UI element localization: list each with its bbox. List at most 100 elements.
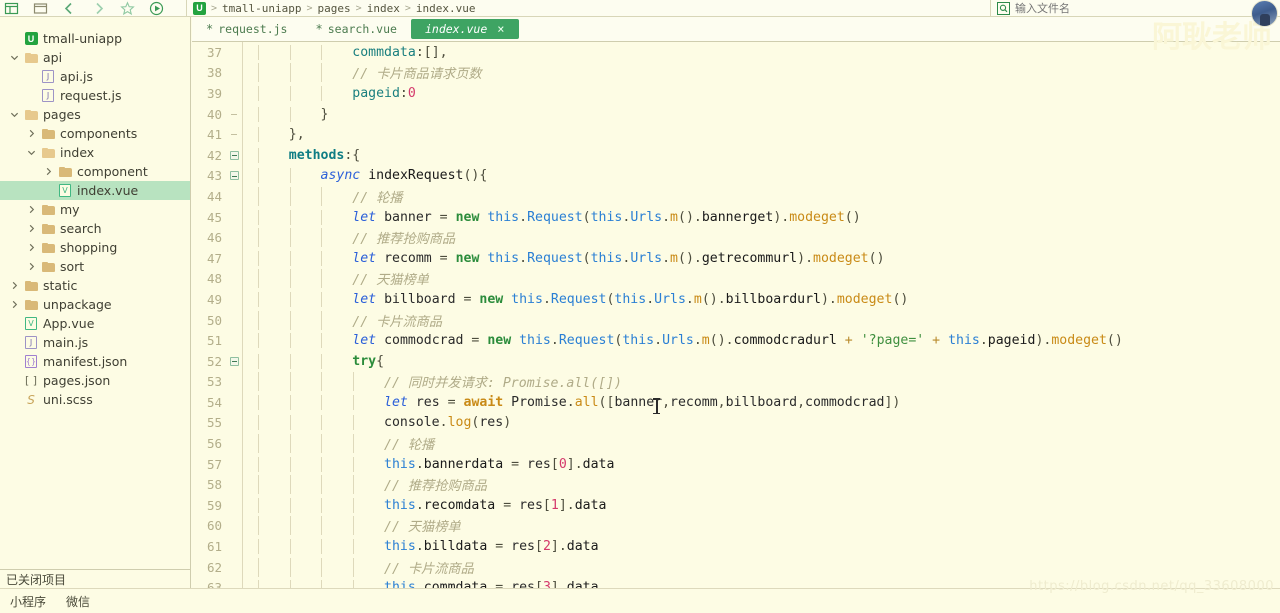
code-line[interactable]: 46 // 推荐抢购商品 [192,227,1280,248]
tree-item-index[interactable]: index [0,143,190,162]
tree-item-component[interactable]: component [0,162,190,181]
editor-tab-index-vue[interactable]: index.vue × [410,19,519,39]
closed-projects-bar[interactable]: 已关闭项目 [0,569,191,588]
code-line[interactable]: 38 // 卡片商品请求页数 [192,62,1280,84]
tree-item-unpackage[interactable]: unpackage [0,295,190,314]
vue-file-icon: V [59,184,71,197]
window-icon[interactable] [4,1,19,16]
chevron-down-icon[interactable] [6,53,22,62]
chevron-down-icon[interactable] [23,148,39,157]
folder-open-icon [24,52,38,63]
code-line[interactable]: 47 let recomm = new this.Request(this.Ur… [192,247,1280,269]
code-line[interactable]: 45 let banner = new this.Request(this.Ur… [192,206,1280,228]
tree-item-uni-scss[interactable]: Suni.scss [0,390,190,409]
breadcrumb-item-file[interactable]: index.vue [416,2,476,15]
tree-item-icon [22,52,40,63]
tree-item-label: api [43,50,63,65]
code-line[interactable]: 43 async indexRequest(){ [192,165,1280,187]
code-line[interactable]: 62 // 卡片流商品 [192,556,1280,578]
code-line[interactable]: 41 }, [192,124,1280,145]
code-line[interactable]: 49 let billboard = new this.Request(this… [192,289,1280,310]
chevron-right-icon[interactable] [23,243,39,252]
file-search-box[interactable] [990,0,1280,16]
tree-item-label: unpackage [43,297,112,312]
file-tree[interactable]: Utmall-uniapp api Japi.js Jrequest.js pages c… [0,17,190,569]
tree-item-tmall-uniapp[interactable]: Utmall-uniapp [0,29,190,48]
tree-item-index-vue[interactable]: Vindex.vue [0,181,190,200]
line-number: 52 [206,353,222,369]
indent-guide [258,85,259,101]
editor-tab-request-js[interactable]: * request.js [192,17,301,41]
forward-arrow-icon[interactable] [91,1,106,16]
panel-icon[interactable] [33,1,48,16]
tree-item-shopping[interactable]: shopping [0,238,190,257]
tree-item-sort[interactable]: sort [0,257,190,276]
code-line[interactable]: 39 pageid:0 [192,83,1280,104]
editor-tabbar[interactable]: * request.js * search.vue index.vue × [192,17,1280,42]
tree-item-main-js[interactable]: Jmain.js [0,333,190,352]
search-input[interactable] [1015,1,1215,15]
chevron-down-icon[interactable] [6,110,22,119]
tree-item-manifest-json[interactable]: {} manifest.json [0,352,190,371]
code-lines[interactable]: 37 commdata:[], 38 // 卡片商品请求页数 39 pageid:0… [192,42,1280,588]
code-line[interactable]: 59 this.recomdata = res[1].data [192,495,1280,516]
code-line[interactable]: 51 let commodcrad = new this.Request(thi… [192,330,1280,351]
code-line[interactable]: 56 // 轮播 [192,433,1280,454]
code-line[interactable]: 53 // 同时并发请求: Promise.all([]) [192,371,1280,393]
tree-item-components[interactable]: components [0,124,190,143]
chevron-right-icon[interactable] [23,224,39,233]
code-line[interactable]: 63 this.commdata = res[3].data [192,577,1280,588]
code-line[interactable]: 48 // 天猫榜单 [192,268,1280,290]
code-line[interactable]: 40 } [192,103,1280,125]
tree-item-icon: V [22,317,40,330]
search-icon[interactable] [997,1,1010,15]
tree-item-request-js[interactable]: Jrequest.js [0,86,190,105]
chevron-right-icon[interactable] [6,300,22,309]
tree-item-my[interactable]: my [0,200,190,219]
code-line[interactable]: 55 console.log(res) [192,412,1280,434]
chevron-right-icon[interactable] [40,167,56,176]
tree-item-label: static [43,278,78,293]
chevron-right-icon[interactable] [23,205,39,214]
fold-collapse-icon[interactable] [226,150,242,160]
tree-item-search[interactable]: search [0,219,190,238]
chevron-right-icon[interactable] [6,281,22,290]
fold-collapse-icon[interactable] [226,356,242,366]
fold-collapse-icon[interactable] [226,171,242,181]
close-icon[interactable]: × [497,22,504,36]
indent-guide [258,250,259,266]
status-item-wechat[interactable]: 微信 [56,593,100,610]
chevron-right-icon[interactable] [23,129,39,138]
tree-item-pages[interactable]: pages [0,105,190,124]
code-line[interactable]: 57 this.bannerdata = res[0].data [192,453,1280,475]
tree-item-api-js[interactable]: Japi.js [0,67,190,86]
run-icon[interactable] [149,1,164,16]
status-item-miniprogram[interactable]: 小程序 [0,593,56,610]
tree-item-static[interactable]: static [0,276,190,295]
tree-item-app-vue[interactable]: V App.vue [0,314,190,333]
code-line[interactable]: 61 this.billdata = res[2].data [192,536,1280,557]
code-line[interactable]: 58 // 推荐抢购商品 [192,474,1280,496]
code-line[interactable]: 50 // 卡片流商品 [192,309,1280,331]
tree-item-api[interactable]: api [0,48,190,67]
line-number: 48 [206,271,222,287]
code-line[interactable]: 60 // 天猫榜单 [192,515,1280,537]
js-file-icon: J [42,89,54,102]
star-icon[interactable] [120,0,135,16]
breadcrumb-item-project[interactable]: tmall-uniapp [222,2,301,15]
breadcrumb-item-pages[interactable]: pages [318,2,351,15]
indent-guide [321,580,323,588]
breadcrumb-item-index[interactable]: index [367,2,400,15]
code-line[interactable]: 37 commdata:[], [192,42,1280,63]
code-line[interactable]: 54 let res = await Promise.all([banner,r… [192,392,1280,413]
code-line[interactable]: 42 methods:{ [192,144,1280,166]
chevron-right-icon[interactable] [23,262,39,271]
code-line[interactable]: 44 // 轮播 [192,186,1280,207]
folder-icon [24,299,38,310]
back-arrow-icon[interactable] [62,1,77,16]
editor-tab-search-vue[interactable]: * search.vue [301,17,410,41]
code-line[interactable]: 52 try{ [192,350,1280,372]
tree-item-pages-json[interactable]: [ ] pages.json [0,371,190,390]
editor-tab-label: index.vue [424,22,488,36]
code-viewport[interactable]: 37 commdata:[], 38 // 卡片商品请求页数 39 pageid:0… [192,42,1280,588]
